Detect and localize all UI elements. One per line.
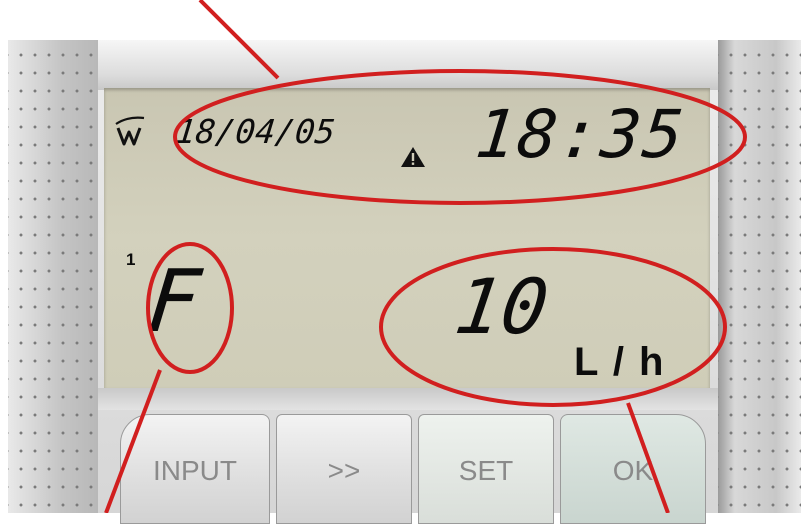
lcd-bezel-bottom <box>98 388 718 410</box>
input-button[interactable]: INPUT <box>120 414 270 524</box>
lcd-date: 18/04/05 <box>173 112 338 151</box>
lcd-channel-number: 1 <box>126 250 136 269</box>
w-logo-icon <box>115 116 145 146</box>
left-speaker-grille <box>8 40 98 513</box>
lcd-mode-indicator: F <box>144 252 205 352</box>
lcd-flow-unit: L / h <box>574 340 666 384</box>
button-row: INPUT >> SET OK <box>98 410 718 524</box>
set-button[interactable]: SET <box>418 414 554 524</box>
lcd-flow-value: 10 <box>449 262 554 351</box>
ok-button[interactable]: OK <box>560 414 706 524</box>
next-button[interactable]: >> <box>276 414 412 524</box>
device-top-rim <box>98 40 718 90</box>
right-speaker-grille <box>718 40 801 513</box>
warning-triangle-icon <box>401 147 425 167</box>
lcd-time: 18:35 <box>471 96 689 173</box>
